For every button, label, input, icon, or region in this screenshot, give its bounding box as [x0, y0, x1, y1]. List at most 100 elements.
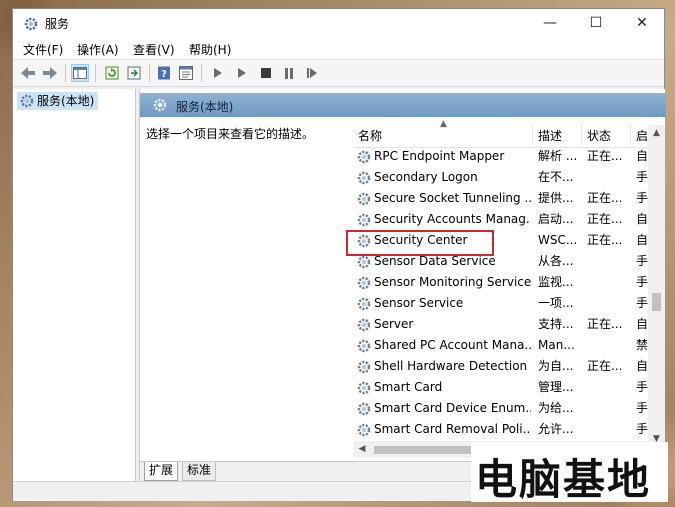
- pane-header: 服务(本地): [140, 93, 666, 117]
- service-description: 启动...: [538, 212, 574, 226]
- column-header-name[interactable]: 名称: [358, 127, 382, 144]
- toolbar-separator: [149, 64, 150, 82]
- pane-header-title: 服务(本地): [176, 100, 234, 114]
- pause-service-icon[interactable]: [280, 64, 298, 82]
- highlight-annotation-box: [346, 230, 494, 256]
- service-row[interactable]: RPC Endpoint Mapper 解析 ... 正在... 自: [354, 146, 654, 167]
- tab-extended[interactable]: 扩展: [144, 462, 179, 481]
- service-status: 正在...: [587, 317, 623, 331]
- tab-standard[interactable]: 标准: [182, 462, 217, 481]
- start-service-alt-icon[interactable]: [233, 64, 251, 82]
- service-row[interactable]: Shared PC Account Mana... Man... 禁: [354, 335, 654, 356]
- service-name: Smart Card Removal Poli...: [374, 422, 531, 436]
- maximize-button[interactable]: ☐: [573, 9, 619, 37]
- menu-file[interactable]: 文件(F): [23, 41, 63, 58]
- column-header-row: ▲ 名称 描述 状态 启: [354, 119, 654, 148]
- menu-action[interactable]: 操作(A): [77, 41, 119, 58]
- service-row[interactable]: Security Accounts Manag... 启动... 正在... 自: [354, 209, 654, 230]
- service-description: 允许...: [538, 422, 574, 436]
- service-description: WSC...: [538, 233, 578, 247]
- service-name: Secondary Logon: [374, 170, 478, 184]
- restart-service-icon[interactable]: [303, 64, 321, 82]
- service-row[interactable]: Secondary Logon 在不... 手: [354, 167, 654, 188]
- start-service-icon[interactable]: [209, 64, 227, 82]
- service-description: 支持...: [538, 317, 574, 331]
- service-description: Man...: [538, 338, 575, 352]
- column-header-startup-type[interactable]: 启: [636, 127, 648, 144]
- services-list: RPC Endpoint Mapper 解析 ... 正在... 自 Secondary…: [354, 146, 654, 440]
- toolbar-separator: [201, 64, 202, 82]
- watermark: 电脑基地: [471, 442, 668, 504]
- column-divider[interactable]: [630, 125, 631, 145]
- column-header-description[interactable]: 描述: [538, 127, 562, 144]
- show-hide-console-tree-icon[interactable]: [71, 64, 89, 82]
- service-description: 为给...: [538, 401, 574, 415]
- column-divider[interactable]: [581, 125, 582, 145]
- menu-help[interactable]: 帮助(H): [189, 41, 231, 58]
- tree-item-label: 服务(本地): [37, 94, 95, 108]
- services-gear-icon: [20, 94, 34, 108]
- column-header-status[interactable]: 状态: [587, 127, 611, 144]
- export-list-icon[interactable]: [125, 64, 143, 82]
- scroll-up-icon[interactable]: ▲: [648, 125, 665, 141]
- service-description: 从各...: [538, 254, 574, 268]
- menu-bar: 文件(F) 操作(A) 查看(V) 帮助(H): [13, 37, 664, 60]
- scroll-left-icon[interactable]: ◀: [354, 441, 370, 458]
- services-gear-icon: [24, 17, 38, 31]
- watermark-text: 电脑基地: [475, 455, 652, 504]
- stop-service-icon[interactable]: [257, 64, 275, 82]
- service-row[interactable]: Smart Card Device Enum... 为给... 手: [354, 398, 654, 419]
- service-description: 在不...: [538, 170, 574, 184]
- service-name: Shared PC Account Mana...: [374, 338, 531, 352]
- service-name: Smart Card Device Enum...: [374, 401, 531, 415]
- window-title: 服务: [45, 17, 70, 31]
- service-row[interactable]: Smart Card 管理... 手: [354, 377, 654, 398]
- service-row[interactable]: Server 支持... 正在... 自: [354, 314, 654, 335]
- help-icon[interactable]: ?: [155, 64, 173, 82]
- service-row[interactable]: Secure Socket Tunneling ... 提供... 正在... 手: [354, 188, 654, 209]
- tree-item-services-local[interactable]: 服务(本地): [17, 92, 99, 110]
- service-row[interactable]: Shell Hardware Detection 为自... 正在... 自: [354, 356, 654, 377]
- service-description: 一项...: [538, 296, 574, 310]
- close-button[interactable]: ✕: [619, 9, 665, 37]
- console-tree: 服务(本地): [13, 89, 136, 481]
- service-description: 提供...: [538, 191, 574, 205]
- back-arrow-icon[interactable]: [19, 64, 37, 82]
- service-name: RPC Endpoint Mapper: [374, 149, 505, 163]
- services-pane: 服务(本地) 选择一个项目来查看它的描述。 ▲ 名称 描述 状态 启 RPC E…: [139, 89, 666, 482]
- service-name: Smart Card: [374, 380, 443, 394]
- service-status: 正在...: [587, 149, 623, 163]
- service-row[interactable]: Sensor Service 一项... 手: [354, 293, 654, 314]
- svg-text:?: ?: [161, 69, 167, 80]
- service-row[interactable]: Sensor Monitoring Service 监视... 手: [354, 272, 654, 293]
- sort-ascending-icon: ▲: [440, 119, 447, 129]
- minimize-button[interactable]: —: [527, 9, 573, 37]
- service-description: 监视...: [538, 275, 574, 289]
- services-window: 服务 — ☐ ✕ 文件(F) 操作(A) 查看(V) 帮助(H) ? 服务(本地…: [12, 8, 666, 501]
- toolbar-separator: [65, 64, 66, 82]
- service-name: Sensor Monitoring Service: [374, 275, 531, 289]
- scroll-thumb[interactable]: [652, 293, 661, 311]
- service-status: 正在...: [587, 359, 623, 373]
- menu-view[interactable]: 查看(V): [133, 41, 175, 58]
- properties-icon[interactable]: [177, 64, 195, 82]
- service-name: Security Accounts Manag...: [374, 212, 531, 226]
- service-row[interactable]: Smart Card Removal Poli... 允许... 手: [354, 419, 654, 440]
- service-status: 正在...: [587, 191, 623, 205]
- service-description: 管理...: [538, 380, 574, 394]
- vertical-scrollbar[interactable]: ▲ ▼: [648, 125, 665, 447]
- refresh-icon[interactable]: [103, 64, 121, 82]
- services-gear-icon: [153, 98, 167, 112]
- service-gear-icon: [356, 422, 372, 440]
- service-status: 正在...: [587, 212, 623, 226]
- service-description: 解析 ...: [538, 149, 578, 163]
- service-name: Server: [374, 317, 414, 331]
- service-name: Secure Socket Tunneling ...: [374, 191, 531, 205]
- toolbar: ?: [13, 60, 664, 87]
- service-status: 正在...: [587, 233, 623, 247]
- forward-arrow-icon[interactable]: [41, 64, 59, 82]
- column-divider[interactable]: [532, 125, 533, 145]
- service-description: 为自...: [538, 359, 574, 373]
- title-bar[interactable]: 服务 — ☐ ✕: [13, 9, 664, 37]
- service-name: Sensor Service: [374, 296, 464, 310]
